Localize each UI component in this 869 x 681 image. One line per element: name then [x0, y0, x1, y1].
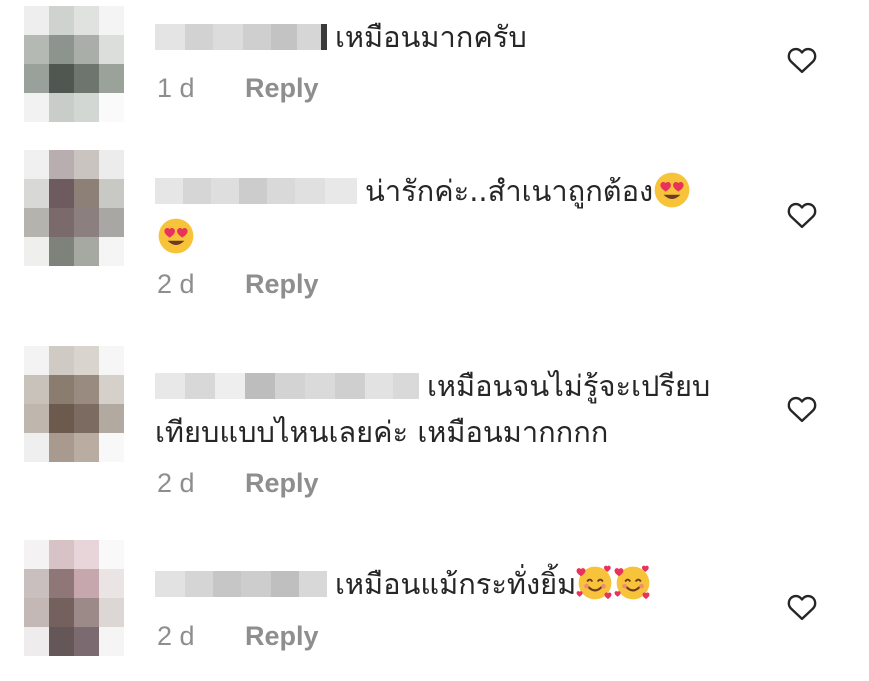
comment-text-line2: เทียบแบบไหนเลยค่ะ เหมือนมากกกก — [155, 415, 609, 449]
reply-button[interactable]: Reply — [245, 269, 319, 299]
comment-body: น่ารักค่ะ..สำเนาถูกต้อง — [155, 168, 745, 260]
comment-text: เหมือนมากครับ — [335, 20, 527, 54]
heart-outline-icon[interactable] — [787, 593, 817, 621]
comment-text: เหมือนแม้กระทั่งยิ้ม — [335, 567, 577, 601]
avatar[interactable] — [24, 540, 124, 656]
reply-button[interactable]: Reply — [245, 73, 319, 103]
heart-eyes-emoji-icon — [654, 172, 690, 208]
comment-timestamp: 1 d — [157, 73, 195, 103]
avatar[interactable] — [24, 346, 124, 462]
comment-body: เหมือนแม้กระทั่งยิ้ม — [155, 561, 755, 607]
avatar[interactable] — [24, 6, 124, 122]
reply-button[interactable]: Reply — [245, 468, 319, 498]
avatar[interactable] — [24, 150, 124, 266]
username-blurred[interactable] — [155, 571, 327, 597]
comment-meta: 1 d Reply — [157, 73, 319, 104]
username-blurred[interactable] — [155, 24, 327, 50]
comment-timestamp: 2 d — [157, 269, 195, 299]
comment-meta: 2 d Reply — [157, 269, 319, 300]
smiling-face-with-hearts-emoji-icon — [576, 565, 612, 600]
heart-eyes-emoji-icon — [158, 218, 194, 254]
comment-meta: 2 d Reply — [157, 621, 319, 652]
comment-body: เหมือนจนไม่รู้จะเปรียบ เทียบแบบไหนเลยค่ะ… — [155, 363, 755, 455]
smiling-face-with-hearts-emoji-icon — [614, 565, 650, 600]
comment-text: น่ารักค่ะ..สำเนาถูกต้อง — [365, 174, 654, 208]
username-blurred[interactable] — [155, 178, 357, 204]
comment-timestamp: 2 d — [157, 468, 195, 498]
comment-meta: 2 d Reply — [157, 468, 319, 499]
comment-body: เหมือนมากครับ — [155, 14, 755, 60]
comment-timestamp: 2 d — [157, 621, 195, 651]
heart-outline-icon[interactable] — [787, 46, 817, 74]
comment-text: เหมือนจนไม่รู้จะเปรียบ — [427, 369, 711, 403]
username-blurred[interactable] — [155, 373, 419, 399]
heart-outline-icon[interactable] — [787, 201, 817, 229]
heart-outline-icon[interactable] — [787, 395, 817, 423]
reply-button[interactable]: Reply — [245, 621, 319, 651]
